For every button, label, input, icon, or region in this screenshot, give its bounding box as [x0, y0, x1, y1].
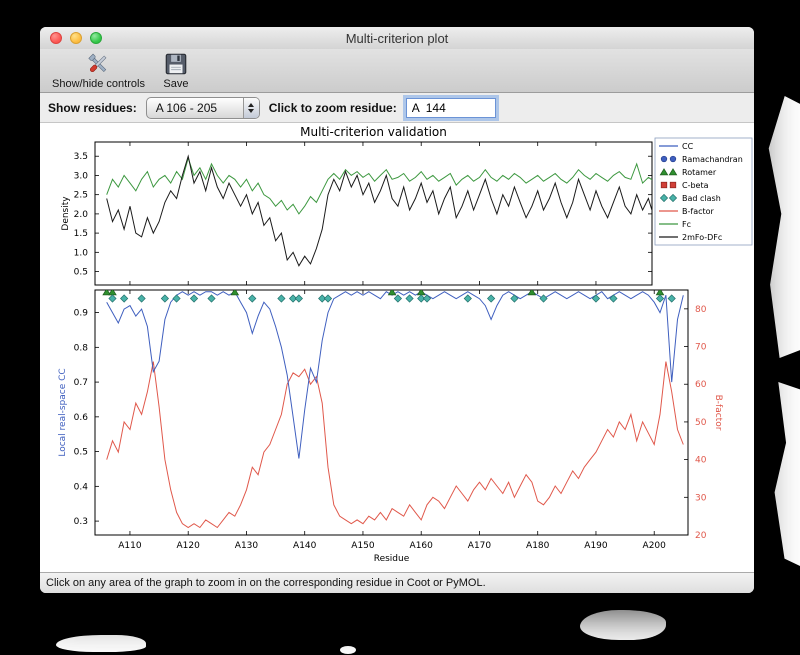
svg-text:1.5: 1.5: [74, 229, 88, 239]
screenshot-artifact: [340, 646, 356, 654]
save-label: Save: [163, 78, 189, 90]
svg-text:60: 60: [695, 380, 707, 390]
zoom-residue-input[interactable]: [405, 97, 496, 118]
svg-text:A130: A130: [235, 541, 259, 551]
status-text: Click on any area of the graph to zoom i…: [46, 577, 486, 589]
svg-text:A120: A120: [177, 541, 201, 551]
save-icon: [165, 53, 187, 75]
window-titlebar[interactable]: Multi-criterion plot: [40, 27, 754, 49]
zoom-window-button[interactable]: [90, 32, 102, 44]
screen: { "window": { "title": "Multi-criterion …: [0, 0, 800, 655]
toolbar: Show/hide controls Save: [40, 49, 754, 93]
svg-text:70: 70: [695, 343, 707, 353]
svg-text:A190: A190: [584, 541, 608, 551]
svg-text:0.5: 0.5: [74, 448, 88, 458]
tools-icon: [88, 53, 107, 73]
window-title: Multi-criterion plot: [345, 30, 449, 46]
svg-text:2.5: 2.5: [74, 191, 88, 201]
svg-text:Rotamer: Rotamer: [682, 168, 717, 177]
screenshot-artifact: [580, 610, 666, 640]
svg-text:B-factor: B-factor: [682, 207, 715, 216]
multi-criterion-figure[interactable]: Multi-criterion validation 0.5 1.0 1.5 2.0 2.…: [40, 123, 754, 572]
residue-range-value: A 106 - 205: [155, 100, 218, 115]
svg-text:Multi-criterion validation: Multi-criterion validation: [300, 125, 447, 139]
traffic-lights: [50, 32, 102, 44]
svg-text:A140: A140: [293, 541, 317, 551]
screenshot-artifact: [768, 96, 800, 358]
svg-text:A110: A110: [118, 541, 142, 551]
svg-text:Local real-space CC: Local real-space CC: [58, 368, 68, 456]
svg-text:30: 30: [695, 493, 707, 503]
screenshot-artifact: [774, 382, 800, 566]
validation-plot[interactable]: Multi-criterion validation 0.5 1.0 1.5 2.0 2.…: [40, 123, 754, 572]
close-button[interactable]: [50, 32, 62, 44]
screenshot-artifact: [56, 635, 146, 652]
svg-text:A200: A200: [643, 541, 667, 551]
zoom-residue-label: Click to zoom residue:: [268, 100, 397, 115]
svg-text:Residue: Residue: [374, 554, 410, 564]
svg-text:20: 20: [695, 531, 707, 541]
svg-text:2mFo-DFc: 2mFo-DFc: [682, 233, 722, 242]
svg-text:0.9: 0.9: [74, 309, 89, 319]
svg-text:3.5: 3.5: [74, 152, 88, 162]
svg-text:C-beta: C-beta: [682, 181, 709, 190]
save-button[interactable]: Save: [155, 49, 197, 92]
show-hide-controls-label: Show/hide controls: [52, 78, 145, 90]
svg-text:0.5: 0.5: [74, 268, 88, 278]
svg-text:0.8: 0.8: [74, 343, 89, 353]
svg-text:80: 80: [695, 305, 707, 315]
svg-text:3.0: 3.0: [74, 171, 89, 181]
multi-criterion-plot-window: Multi-criterion plot Show/hide controls: [40, 27, 754, 593]
popup-stepper-icon: [242, 97, 259, 118]
svg-text:Fc: Fc: [682, 220, 691, 229]
show-hide-controls-button[interactable]: Show/hide controls: [44, 49, 153, 92]
svg-text:1.0: 1.0: [74, 248, 89, 258]
svg-text:0.7: 0.7: [74, 378, 88, 388]
minimize-button[interactable]: [70, 32, 82, 44]
svg-text:40: 40: [695, 456, 707, 466]
svg-text:A180: A180: [526, 541, 550, 551]
controls-row: Show residues: A 106 - 205 Click to zoom…: [40, 93, 754, 123]
svg-text:A160: A160: [410, 541, 434, 551]
svg-text:50: 50: [695, 418, 707, 428]
show-residues-label: Show residues:: [48, 100, 137, 115]
svg-text:Density: Density: [61, 196, 71, 231]
svg-text:0.4: 0.4: [74, 482, 89, 492]
svg-text:A170: A170: [468, 541, 492, 551]
svg-text:0.6: 0.6: [74, 413, 89, 423]
svg-text:CC: CC: [682, 142, 694, 151]
svg-text:0.3: 0.3: [74, 517, 88, 527]
svg-text:B-factor: B-factor: [713, 395, 723, 431]
svg-text:2.0: 2.0: [74, 210, 89, 220]
svg-text:A150: A150: [351, 541, 375, 551]
residue-range-select[interactable]: A 106 - 205: [145, 96, 260, 119]
svg-text:Ramachandran: Ramachandran: [682, 155, 743, 164]
svg-text:Bad clash: Bad clash: [682, 194, 721, 203]
status-bar: Click on any area of the graph to zoom i…: [40, 572, 754, 593]
